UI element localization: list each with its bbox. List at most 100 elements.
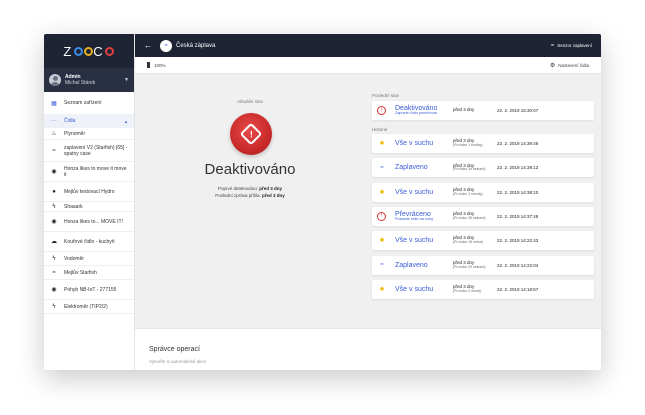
first-detected-label: Poprvé detekováno: [217,186,260,191]
sidebar-sensor-label: Kouřové čidlo - kuchyň [64,238,115,245]
last-message-label: Poslední zpráva přišla: [215,193,262,198]
history-card[interactable]: ! Deaktivováno Zapnete čidlo ponořením před… [372,101,594,120]
sidebar-item-label: Seznam zařízení [64,100,102,106]
sidebar-item-label: Čidla [64,118,76,124]
sidebar-sensor-label: Pohyb NB-IoT - 277155 [64,286,117,293]
sidebar-sensor-label: Honza likes to move it move it [64,165,127,178]
history-label: Historie [372,127,388,132]
last-message-value: před 3 dny [262,193,285,198]
history-card-date: 22. 2. 2019 14:22:04 [497,262,539,268]
history-card[interactable]: ! Převráceno Postavte čidlo na nohy před 3 … [372,206,594,226]
first-detected: Poprvé detekováno: před 3 dny [135,186,365,191]
history-card[interactable]: ✹ Vše v suchu před 3 dny (Po dobu 1 minuty)… [372,182,594,202]
sidebar-sensor-label: Honza likes to... MOVE IT! [64,218,123,225]
main-content: Aktuální stav ! Deaktivováno Poprvé dete… [135,74,601,370]
chevron-up-icon: ▲ [124,118,128,124]
history-card[interactable]: ✹ Vše v suchu před 3 dny (Po dobu 15 minut)… [372,231,594,251]
history-card-ago: před 3 dny [453,107,475,113]
sidebar-sensor-item[interactable]: ϟ Shaaark [44,202,134,212]
history-card-title: Vše v suchu [395,140,434,147]
operations-panel: Správce operací Vytvořte si automatické … [135,328,601,370]
wave-icon: ≈ [380,164,384,171]
sidebar-sensor-label: Elektroměr (TIP2/2) [64,303,108,310]
sidebar-sensor-label: Plynoměr [64,130,86,137]
sidebar-item-devices[interactable]: ▦ Seznam zařízení [44,96,134,110]
alarm-icon: ! [230,113,272,155]
sidebar-sensor-label: zaplavení V2 (Starfish) [65] - spatny ca… [64,144,128,157]
eye-icon: ◉ [51,169,57,175]
sidebar-item-sensors[interactable]: ··· Čidla ▲ [44,114,134,128]
sidebar-sensor-item[interactable]: ● Mejlův testovací Hydro [44,182,134,202]
history-card-title: Vše v suchu [395,237,434,245]
battery-icon [147,62,150,68]
current-state-panel: Aktuální stav ! Deaktivováno Poprvé dete… [135,74,365,328]
history-card-date: 22. 2. 2019 14:37:49 [497,213,539,219]
history-card-title: Vše v suchu [395,285,434,293]
history-card[interactable]: ≈ Zaplaveno před 3 dny (Po dobu 34 sekund) 2… [372,158,594,178]
sensor-type: ≈ Senzor zaplavení [551,43,592,49]
logo-bar: Z C [44,34,134,68]
sun-icon: ✹ [379,286,385,293]
operations-title: Správce operací [149,346,200,353]
history-card-title: Zaplaveno [395,164,428,172]
app-window: Z C Admin Michal Stárek ▼ ▦ Seznam zaříz… [44,34,601,370]
history-card-subtitle: Postavte čidlo na nohy [395,216,434,221]
history-card-title: Vše v suchu [395,188,434,196]
logo-letter-z: Z [63,43,74,59]
drop-icon: ● [52,188,56,195]
logo[interactable]: Z C [63,43,115,59]
alarm-icon: ! [377,211,386,221]
history-card-duration: (Po dobu 1 hodiny) [453,143,483,148]
sidebar-sensor-item[interactable]: ◉ Honza likes to move it move it [44,162,134,182]
history-card[interactable]: ✹ Vše v suchu před 3 dny (Po dobu 2 minut) 2… [372,279,594,299]
sidebar-sensor-item[interactable]: ☁ Kouřové čidlo - kuchyň [44,232,134,252]
more-icon: ··· [51,118,57,124]
history-card-duration: (Po dobu 15 minut) [453,240,483,245]
back-arrow-icon[interactable]: ← [144,41,152,50]
status-bar: 100% ⚙ Nastavení čidla [135,57,601,74]
history-card[interactable]: ✹ Vše v suchu před 3 dny (Po dobu 1 hodiny)… [372,134,594,153]
battery-label: 100% [154,62,166,68]
history-card-date: 22. 2. 2019 14:38:10 [497,189,539,195]
sidebar-sensor-label: Shaaark [64,203,83,210]
sidebar-sensor-item[interactable]: ♨ Plynoměr [44,128,134,140]
chevron-down-icon: ▼ [124,77,129,83]
sensor-type-label: Senzor zaplavení [557,43,592,48]
sidebar-sensor-item[interactable]: ≈ zaplavení V2 (Starfish) [65] - spatny c… [44,140,134,162]
history-card-title: Zaplaveno [395,261,428,269]
sidebar-sensor-item[interactable]: ϟ Vodoměr [44,252,134,266]
grid-icon: ▦ [51,100,57,107]
operations-subtitle: Vytvořte si automatické akce [149,359,207,364]
history-card[interactable]: ≈ Zaplaveno před 3 dny (Po dobu 29 sekund) 2… [372,255,594,275]
history-card-date: 22. 2. 2019 14:22:43 [497,238,539,244]
bolt-icon: ϟ [52,203,56,210]
alarm-icon: ! [377,106,386,115]
eye-icon: ◉ [51,219,57,225]
sidebar-sensor-item[interactable]: ◉ Pohyb NB-IoT - 277155 [44,280,134,300]
history-card-duration: (Po dobu 1 minuty) [453,191,483,196]
sidebar: Z C Admin Michal Stárek ▼ ▦ Seznam zaříz… [44,34,135,370]
sun-icon: ✹ [379,141,385,147]
last-state-label: Poslední stav [372,93,400,98]
sidebar-sensor-item[interactable]: ≈ Mejlův Starfish [44,266,134,280]
settings-button[interactable]: ⚙ Nastavení čidla [550,62,589,69]
history-card-duration: (Po dobu 34 sekund) [453,167,486,172]
flame-icon: ♨ [51,131,57,137]
user-menu[interactable]: Admin Michal Stárek ▼ [44,68,134,92]
history-card-duration: (Po dobu 2 minut) [453,288,481,293]
sidebar-sensor-label: Vodoměr [64,255,85,262]
sun-icon: ✹ [379,189,385,196]
history-card-date: 22. 2. 2019 14:18:57 [497,286,539,292]
sensor-list: ♨ Plynoměr ≈ zaplavení V2 (Starfish) [65] -… [44,128,134,314]
sidebar-sensor-item[interactable]: ϟ Elektroměr (TIP2/2) [44,300,134,314]
wave-icon: ≈ [52,147,56,154]
bolt-icon: ϟ [52,303,56,310]
history-card-duration: (Po dobu 25 sekund) [453,215,486,220]
history-card-duration: (Po dobu 29 sekund) [453,264,486,269]
logo-ring-blue [73,46,83,56]
settings-label: Nastavení čidla [558,62,589,68]
sidebar-sensor-item[interactable]: ◉ Honza likes to... MOVE IT! [44,212,134,232]
logo-letter-c: C [93,43,105,59]
smoke-icon: ☁ [51,239,57,245]
sidebar-sensor-label: Mejlův testovací Hydro [64,188,115,195]
